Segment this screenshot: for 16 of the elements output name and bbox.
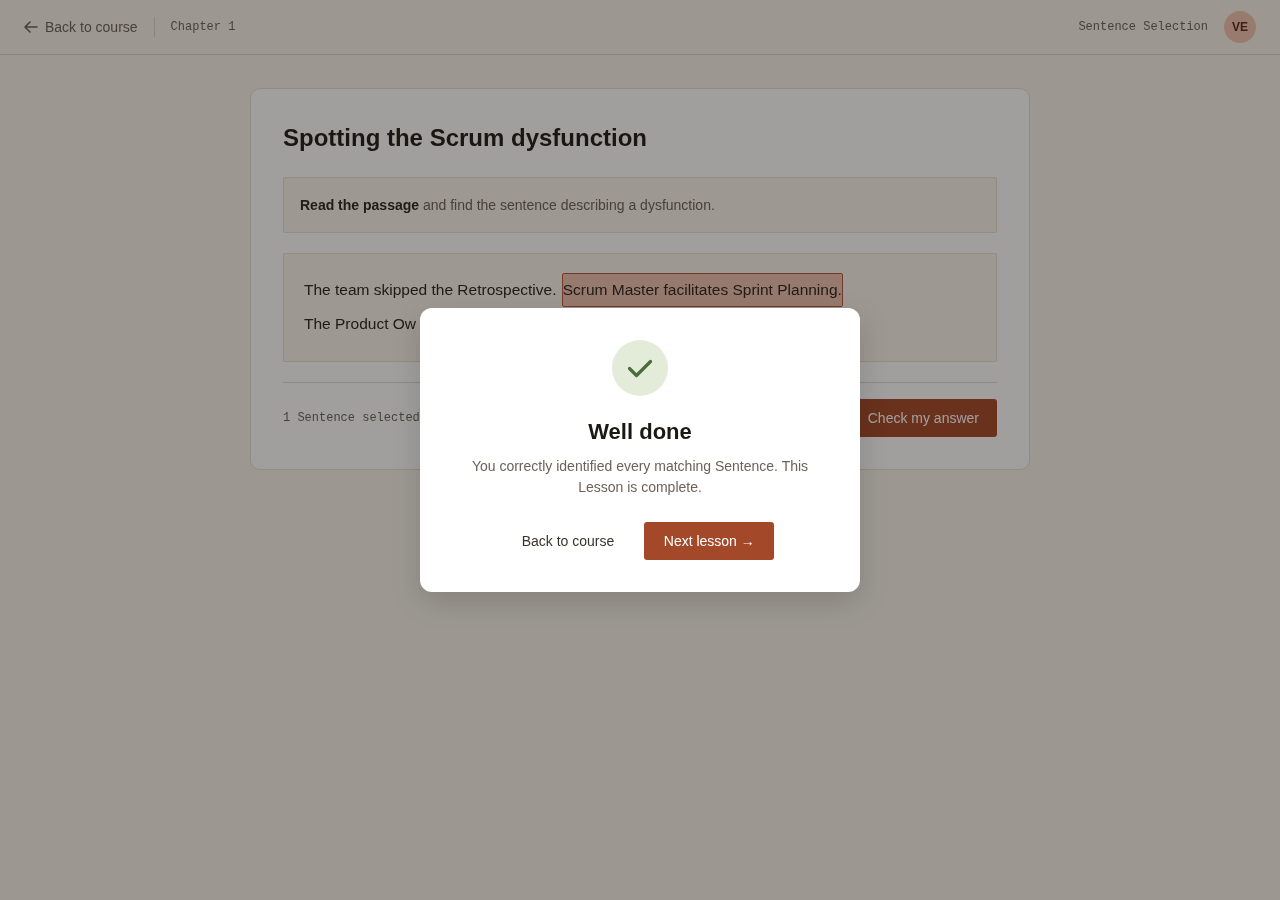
back-link[interactable]: Back to course	[24, 19, 138, 35]
user-avatar[interactable]: VE	[1224, 11, 1256, 43]
arrow-left-icon	[24, 21, 38, 33]
check-icon	[612, 340, 668, 396]
exercise-title: Spotting the Scrum dysfunction	[283, 123, 648, 153]
selected-sentence[interactable]: Scrum Master facilitates Sprint Planning.	[561, 273, 843, 307]
dialog-message: You correctly identified every matching Sentence. This Lesson is complete.	[470, 457, 810, 497]
passage-sentence[interactable]: The team skipped the Retrospective.	[303, 273, 558, 307]
dialog-title: Well done	[588, 418, 692, 446]
exercise-type-label: Sentence Selection	[1078, 20, 1208, 34]
instruction-text: Read the passage and find the sentence describing a dysfunction.	[300, 196, 716, 215]
next-lesson-button[interactable]: Next lesson →	[644, 522, 775, 560]
chapter-label: Chapter 1	[170, 20, 236, 34]
passage-sentence[interactable]: The Product Ow	[303, 307, 417, 341]
selection-count: 1 Sentence selected	[283, 411, 420, 425]
back-to-course-button[interactable]: Back to course	[505, 522, 631, 560]
